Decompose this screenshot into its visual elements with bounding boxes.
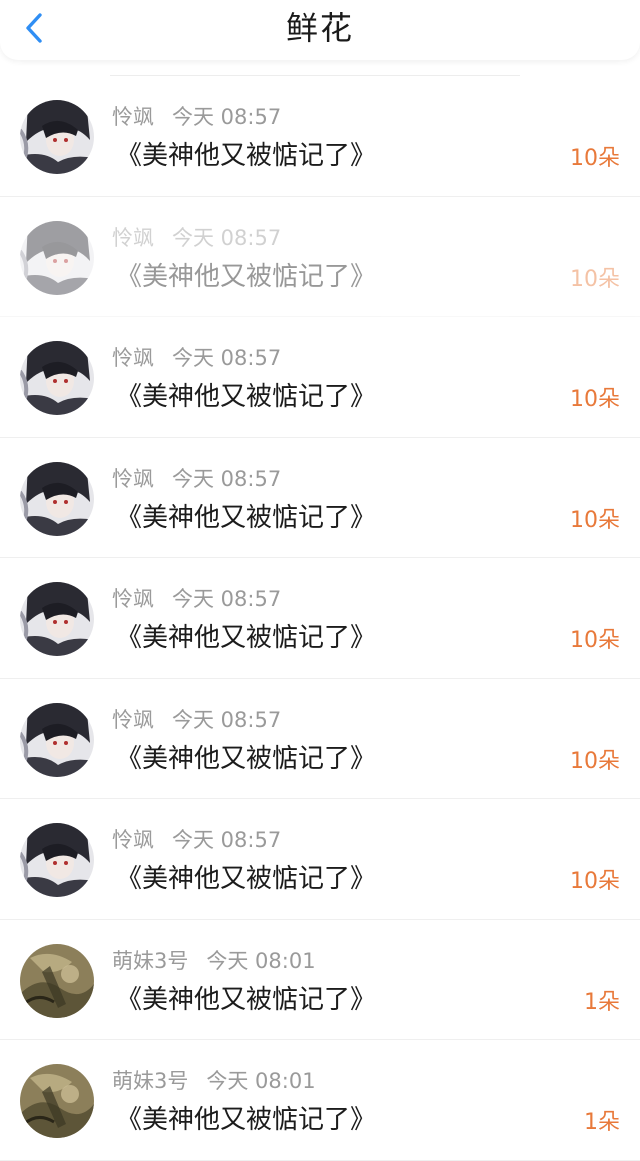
- book-title: 《美神他又被惦记了》: [116, 382, 377, 412]
- flower-count: 1朵: [584, 1110, 620, 1135]
- book-title: 《美神他又被惦记了》: [116, 743, 377, 774]
- meta-line: 怜飒 今天 08:57: [112, 586, 281, 612]
- username: 怜飒: [112, 466, 154, 491]
- list-item[interactable]: 萌妹3号 今天 08:01 《美神他又被惦记了》 1朵: [0, 1040, 640, 1161]
- meta-line: 怜飒 今天 08:57: [112, 225, 281, 251]
- username: 萌妹3号: [112, 1069, 189, 1093]
- list-item[interactable]: 怜飒 今天 08:57 《美神他又被惦记了》 10朵: [0, 76, 640, 197]
- meta-line: 怜飒 今天 08:57: [112, 827, 281, 853]
- page-title: 鲜花: [285, 9, 354, 47]
- username: 怜飒: [112, 828, 154, 852]
- sepia-sketch-icon: [20, 943, 94, 1018]
- avatar[interactable]: [20, 582, 94, 656]
- meta-line: 怜飒 今天 08:57: [112, 345, 281, 371]
- dark-hair-icon: [20, 582, 94, 656]
- avatar[interactable]: [20, 702, 94, 777]
- list-item[interactable]: 萌妹3号 今天 08:01 《美神他又被惦记了》 1朵: [0, 920, 640, 1040]
- timestamp: 今天 08:57: [172, 707, 282, 732]
- flower-count: 10朵: [570, 266, 620, 292]
- timestamp: 今天 08:57: [172, 587, 282, 611]
- meta-line: 怜飒 今天 08:57: [112, 104, 281, 130]
- meta-line: 萌妹3号 今天 08:01: [112, 1068, 316, 1094]
- timestamp: 今天 08:57: [172, 466, 282, 491]
- username: 怜飒: [112, 707, 154, 732]
- sepia-sketch-icon: [20, 1064, 94, 1138]
- timestamp: 今天 08:01: [206, 948, 316, 973]
- dark-hair-icon: [20, 823, 94, 897]
- list-item[interactable]: 怜飒 今天 08:57 《美神他又被惦记了》 10朵: [0, 197, 640, 317]
- book-title: 《美神他又被惦记了》: [116, 502, 377, 533]
- dark-hair-icon: [20, 220, 94, 295]
- avatar[interactable]: [20, 461, 94, 536]
- timestamp: 今天 08:57: [172, 346, 282, 370]
- avatar[interactable]: [20, 341, 94, 415]
- book-title: 《美神他又被惦记了》: [116, 1105, 377, 1135]
- avatar[interactable]: [20, 823, 94, 897]
- dark-hair-icon: [20, 341, 94, 415]
- timestamp: 今天 08:57: [172, 225, 282, 250]
- top-bar: 鲜花: [0, 0, 640, 60]
- book-title: 《美神他又被惦记了》: [116, 864, 377, 894]
- dark-hair-icon: [20, 100, 94, 174]
- username: 怜飒: [112, 587, 154, 611]
- username: 怜飒: [112, 225, 154, 250]
- flower-count: 10朵: [570, 869, 620, 894]
- avatar[interactable]: [20, 100, 94, 174]
- avatar[interactable]: [20, 220, 94, 295]
- book-title: 《美神他又被惦记了》: [116, 984, 377, 1015]
- book-title: 《美神他又被惦记了》: [116, 623, 377, 653]
- username: 怜飒: [112, 105, 154, 129]
- flower-count: 10朵: [570, 146, 620, 171]
- meta-line: 萌妹3号 今天 08:01: [112, 948, 316, 974]
- flower-count: 10朵: [570, 387, 620, 412]
- flower-count: 10朵: [570, 628, 620, 653]
- list-item[interactable]: 怜飒 今天 08:57 《美神他又被惦记了》 10朵: [0, 799, 640, 920]
- timestamp: 今天 08:01: [206, 1069, 316, 1093]
- list-item[interactable]: 怜飒 今天 08:57 《美神他又被惦记了》 10朵: [0, 679, 640, 799]
- book-title: 《美神他又被惦记了》: [116, 261, 377, 292]
- flower-count: 10朵: [570, 507, 620, 533]
- username: 萌妹3号: [112, 948, 189, 973]
- timestamp: 今天 08:57: [172, 105, 282, 129]
- avatar[interactable]: [20, 1064, 94, 1138]
- flower-count: 10朵: [570, 748, 620, 774]
- meta-line: 怜飒 今天 08:57: [112, 466, 281, 492]
- username: 怜飒: [112, 346, 154, 370]
- flower-list: 怜飒 今天 08:57 《美神他又被惦记了》 10朵 怜飒 今天 08:57 《美神…: [0, 76, 640, 1161]
- book-title: 《美神他又被惦记了》: [116, 141, 377, 171]
- list-item[interactable]: 怜飒 今天 08:57 《美神他又被惦记了》 10朵: [0, 558, 640, 679]
- list-item[interactable]: 怜飒 今天 08:57 《美神他又被惦记了》 10朵: [0, 317, 640, 438]
- meta-line: 怜飒 今天 08:57: [112, 707, 281, 733]
- avatar[interactable]: [20, 943, 94, 1018]
- dark-hair-icon: [20, 461, 94, 536]
- dark-hair-icon: [20, 702, 94, 777]
- timestamp: 今天 08:57: [172, 828, 282, 852]
- flower-count: 1朵: [584, 989, 620, 1015]
- list-item[interactable]: 怜飒 今天 08:57 《美神他又被惦记了》 10朵: [0, 438, 640, 558]
